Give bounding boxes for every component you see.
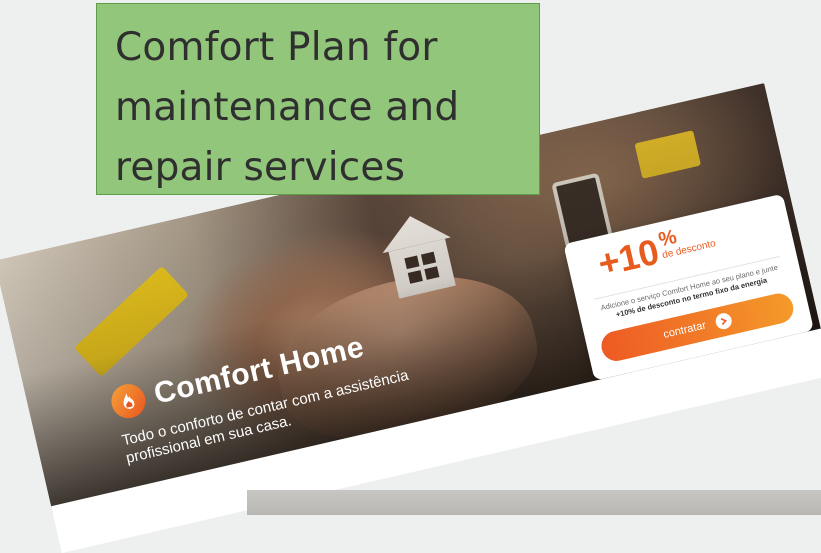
callout-text: Comfort Plan for maintenance and repair … [115, 25, 460, 190]
title-callout: Comfort Plan for maintenance and repair … [96, 3, 540, 195]
discount-value: +10 [594, 230, 663, 285]
arrow-right-icon [713, 311, 733, 331]
discount-side: % de desconto [657, 219, 717, 262]
bottom-image-preview [247, 490, 821, 515]
contratar-button-label: contratar [662, 319, 708, 341]
